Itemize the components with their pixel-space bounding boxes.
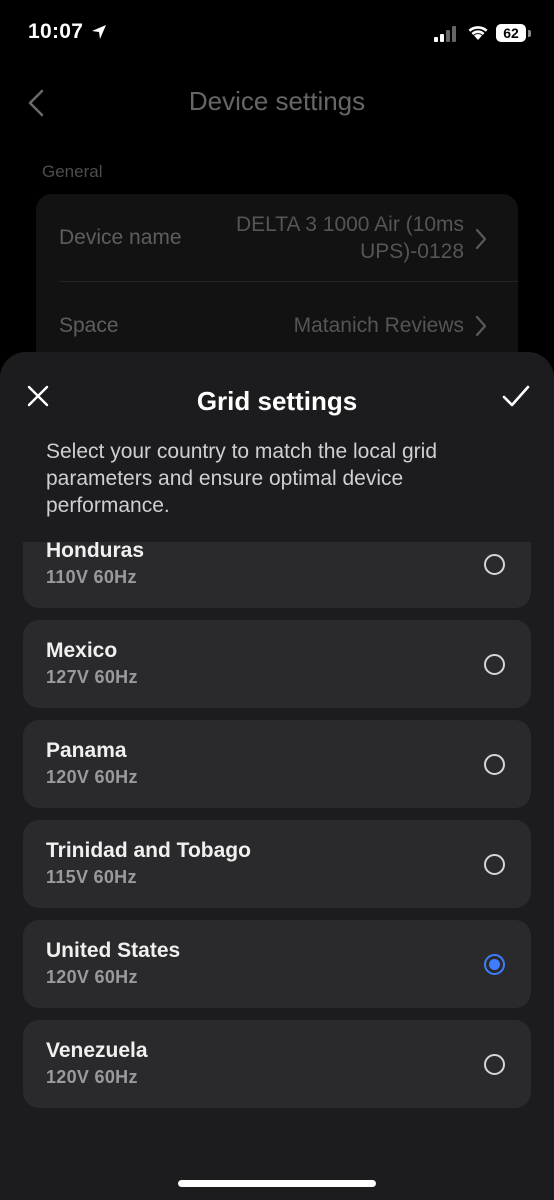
location-arrow-icon <box>92 25 106 39</box>
status-bar: 10:07 62 <box>0 0 554 70</box>
country-name: Panama <box>46 739 127 762</box>
country-name: United States <box>46 939 181 962</box>
country-name: Mexico <box>46 639 118 662</box>
grid-spec: 120V 60Hz <box>46 767 138 787</box>
country-option-trinidad-and-tobago[interactable]: Trinidad and Tobago 115V 60Hz <box>23 820 531 908</box>
device-settings-page: Device settings General Device name DELT… <box>0 70 554 394</box>
space-label: Space <box>59 314 119 337</box>
page-title: Device settings <box>188 86 366 116</box>
cellular-signal-icon <box>434 26 456 42</box>
radio-button[interactable] <box>484 554 505 575</box>
country-name: Honduras <box>46 542 145 562</box>
country-option-mexico[interactable]: Mexico 127V 60Hz <box>23 620 531 708</box>
sheet-description: Select your country to match the local g… <box>46 440 438 517</box>
country-list[interactable]: Honduras 110V 60Hz Mexico 127V 60Hz Pana… <box>0 542 554 1200</box>
section-label-general: General <box>42 162 103 181</box>
grid-settings-sheet: Grid settings Select your country to mat… <box>0 352 554 1200</box>
home-indicator[interactable] <box>178 1180 376 1187</box>
country-option-venezuela[interactable]: Venezuela 120V 60Hz <box>23 1020 531 1108</box>
space-value[interactable]: Matanich Reviews <box>294 312 464 339</box>
grid-spec: 120V 60Hz <box>46 1067 138 1087</box>
country-option-panama[interactable]: Panama 120V 60Hz <box>23 720 531 808</box>
country-option-united-states[interactable]: United States 120V 60Hz <box>23 920 531 1008</box>
country-name: Venezuela <box>46 1039 148 1062</box>
radio-button[interactable] <box>484 754 505 775</box>
country-option-honduras[interactable]: Honduras 110V 60Hz <box>23 542 531 608</box>
battery-indicator: 62 <box>496 24 526 42</box>
chevron-right-icon <box>475 228 487 250</box>
grid-spec: 110V 60Hz <box>46 567 137 587</box>
grid-spec: 115V 60Hz <box>46 867 137 887</box>
wifi-icon <box>468 26 488 40</box>
radio-button-selected[interactable] <box>484 954 505 975</box>
grid-spec: 120V 60Hz <box>46 967 138 987</box>
device-name-value[interactable]: DELTA 3 1000 Air (10ms UPS)-0128 <box>194 211 464 265</box>
checkmark-icon[interactable] <box>500 382 532 410</box>
radio-button[interactable] <box>484 654 505 675</box>
divider <box>59 281 518 282</box>
radio-button[interactable] <box>484 854 505 875</box>
device-name-label: Device name <box>59 226 182 249</box>
grid-spec: 127V 60Hz <box>46 667 138 687</box>
chevron-right-icon <box>475 315 487 337</box>
radio-button[interactable] <box>484 1054 505 1075</box>
status-time: 10:07 <box>28 20 84 43</box>
sheet-title: Grid settings <box>196 386 358 416</box>
battery-tip <box>528 30 531 37</box>
country-name: Trinidad and Tobago <box>46 839 251 862</box>
